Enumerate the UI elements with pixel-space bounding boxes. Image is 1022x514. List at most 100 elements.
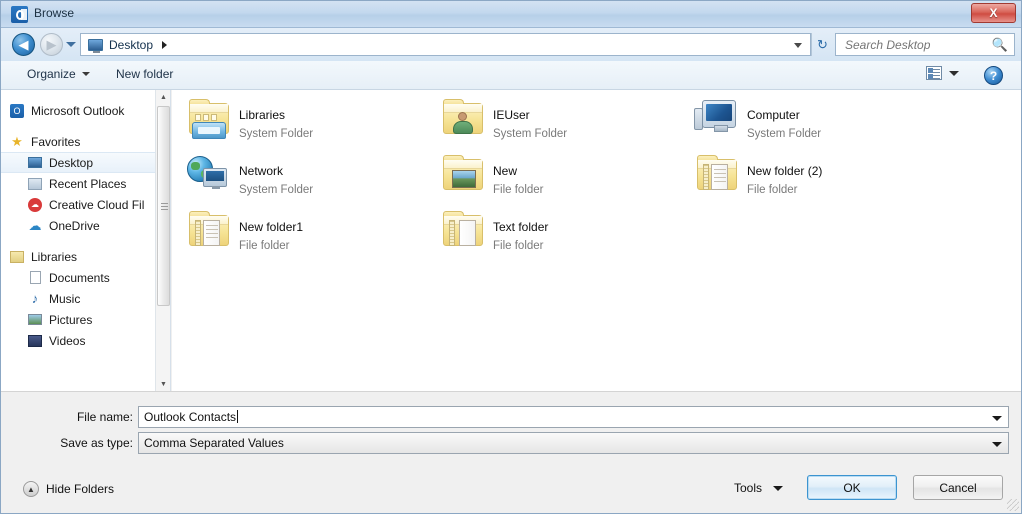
file-name-chevron-down-icon[interactable] <box>992 416 1002 421</box>
save-as-type-select[interactable]: Comma Separated Values <box>138 432 1009 454</box>
onedrive-icon: ☁ <box>28 217 42 233</box>
save-as-type-value: Comma Separated Values <box>144 436 284 450</box>
browse-dialog-window: Browse X ◀ ▶ Desktop ↻ 🔍 Organize New fo… <box>0 0 1022 514</box>
sidebar-item-desktop[interactable]: Desktop <box>1 152 170 173</box>
search-input[interactable] <box>843 36 983 53</box>
sidebar-item-documents[interactable]: Documents <box>1 267 170 288</box>
file-list-pane[interactable]: Libraries System Folder Network System Fold… <box>172 90 1021 391</box>
file-list-item[interactable]: Libraries System Folder <box>186 94 416 150</box>
sidebar-scrollbar[interactable]: ▲ ▼ <box>155 90 170 391</box>
file-item-name: Network <box>239 164 284 178</box>
star-icon: ★ <box>11 133 23 149</box>
file-item-name: IEUser <box>493 108 530 122</box>
hide-folders-button[interactable]: ▲ Hide Folders <box>23 481 114 497</box>
back-icon[interactable]: ◀ <box>12 33 35 56</box>
view-mode-button[interactable] <box>926 66 959 80</box>
sidebar-item-label: Documents <box>49 270 110 285</box>
file-list-item[interactable]: New folder (2) File folder <box>694 150 924 206</box>
sidebar-item-onedrive[interactable]: ☁ OneDrive <box>1 215 170 236</box>
command-toolbar: Organize New folder ? <box>1 61 1021 90</box>
address-chevron-down-icon[interactable] <box>794 43 802 48</box>
libraries-icon <box>9 249 25 265</box>
save-as-type-label: Save as type: <box>60 436 133 450</box>
breadcrumb-desktop[interactable]: Desktop <box>109 38 153 52</box>
sidebar-item-creative-cloud-fil[interactable]: ☁ Creative Cloud Fil <box>1 194 170 215</box>
sidebar-item-label: Desktop <box>49 155 94 170</box>
address-bar[interactable]: Desktop <box>80 33 811 56</box>
file-item-type: System Folder <box>493 128 568 140</box>
videos-icon <box>27 333 43 349</box>
folder-picture-icon <box>440 150 486 196</box>
ok-button[interactable]: OK <box>807 475 897 500</box>
computer-icon <box>694 94 740 140</box>
file-item-name: Libraries <box>239 108 286 122</box>
file-item-name: New <box>493 164 518 178</box>
file-list-item[interactable]: New folder1 File folder <box>186 206 416 262</box>
window-title: Browse <box>34 6 75 20</box>
file-list-item[interactable]: Text folder File folder <box>440 206 670 262</box>
tools-button[interactable]: Tools <box>734 481 783 495</box>
scroll-up-icon[interactable]: ▲ <box>156 90 170 104</box>
breadcrumb-separator-icon[interactable] <box>162 40 168 49</box>
pictures-icon <box>27 312 43 328</box>
sidebar-item-label: Pictures <box>49 312 93 327</box>
resize-grip[interactable] <box>1007 499 1019 511</box>
file-name-value-wrap: Outlook Contacts <box>144 410 239 424</box>
navigation-pane: O Microsoft Outlook ★ Favorites Desktop Recen… <box>1 90 171 391</box>
sidebar-item-label: Libraries <box>31 249 78 264</box>
sidebar-group-microsoft-outlook[interactable]: O Microsoft Outlook <box>1 100 170 121</box>
file-item-type: File folder <box>747 184 798 196</box>
chevron-down-icon <box>81 72 90 76</box>
scrollbar-thumb[interactable] <box>157 106 170 306</box>
file-item-type: File folder <box>239 240 290 252</box>
sidebar-group-libraries[interactable]: Libraries <box>1 246 170 267</box>
save-as-type-chevron-down-icon[interactable] <box>992 442 1002 447</box>
scroll-down-icon[interactable]: ▼ <box>156 377 170 391</box>
file-item-type: File folder <box>493 240 544 252</box>
file-item-type: System Folder <box>239 128 314 140</box>
file-list-item[interactable]: IEUser System Folder <box>440 94 670 150</box>
libraries-folder-icon <box>186 94 232 140</box>
file-item-name: New folder1 <box>239 220 304 234</box>
organize-button[interactable]: Organize <box>27 67 90 81</box>
sidebar-item-label: Creative Cloud Fil <box>49 197 145 212</box>
sidebar-item-music[interactable]: ♪ Music <box>1 288 170 309</box>
organize-label: Organize <box>27 67 76 81</box>
music-icon: ♪ <box>31 291 39 306</box>
new-folder-button[interactable]: New folder <box>116 67 173 81</box>
folder-paper-icon <box>186 206 232 252</box>
file-list-item[interactable]: Network System Folder <box>186 150 416 206</box>
text-caret <box>237 410 239 423</box>
sidebar-item-pictures[interactable]: Pictures <box>1 309 170 330</box>
network-icon <box>186 150 232 196</box>
sidebar-list: O Microsoft Outlook ★ Favorites Desktop Recen… <box>1 90 170 351</box>
desktop-icon <box>27 155 43 171</box>
sidebar-item-recent-places[interactable]: Recent Places <box>1 173 170 194</box>
sidebar-group-favorites[interactable]: ★ Favorites <box>1 131 170 152</box>
dialog-footer: File name: Outlook Contacts Save as type… <box>1 391 1021 513</box>
file-list-item[interactable]: New File folder <box>440 150 670 206</box>
file-item-type: File folder <box>493 184 544 196</box>
save-as-type-row: Save as type: Comma Separated Values <box>1 432 1021 454</box>
file-item-type: System Folder <box>747 128 822 140</box>
hide-folders-label: Hide Folders <box>46 482 115 496</box>
file-name-input[interactable]: Outlook Contacts <box>138 406 1009 428</box>
file-list-item[interactable]: Computer System Folder <box>694 94 924 150</box>
cancel-button[interactable]: Cancel <box>913 475 1003 500</box>
sidebar-item-label: Microsoft Outlook <box>31 103 125 118</box>
search-icon[interactable]: 🔍 <box>992 37 1008 53</box>
file-name-label: File name: <box>76 410 133 424</box>
folder-text-icon <box>440 206 486 252</box>
sidebar-item-label: Videos <box>49 333 86 348</box>
sidebar-item-label: OneDrive <box>49 218 100 233</box>
close-button[interactable]: X <box>971 3 1016 23</box>
recent-locations-chevron-down-icon[interactable] <box>66 42 76 47</box>
recent-places-icon <box>27 176 43 192</box>
help-button[interactable]: ? <box>984 66 1003 85</box>
desktop-icon <box>88 38 103 53</box>
folder-paper-icon <box>694 150 740 196</box>
forward-icon[interactable]: ▶ <box>40 33 63 56</box>
sidebar-item-videos[interactable]: Videos <box>1 330 170 351</box>
search-box[interactable]: 🔍 <box>835 33 1015 56</box>
refresh-icon[interactable]: ↻ <box>811 33 833 56</box>
